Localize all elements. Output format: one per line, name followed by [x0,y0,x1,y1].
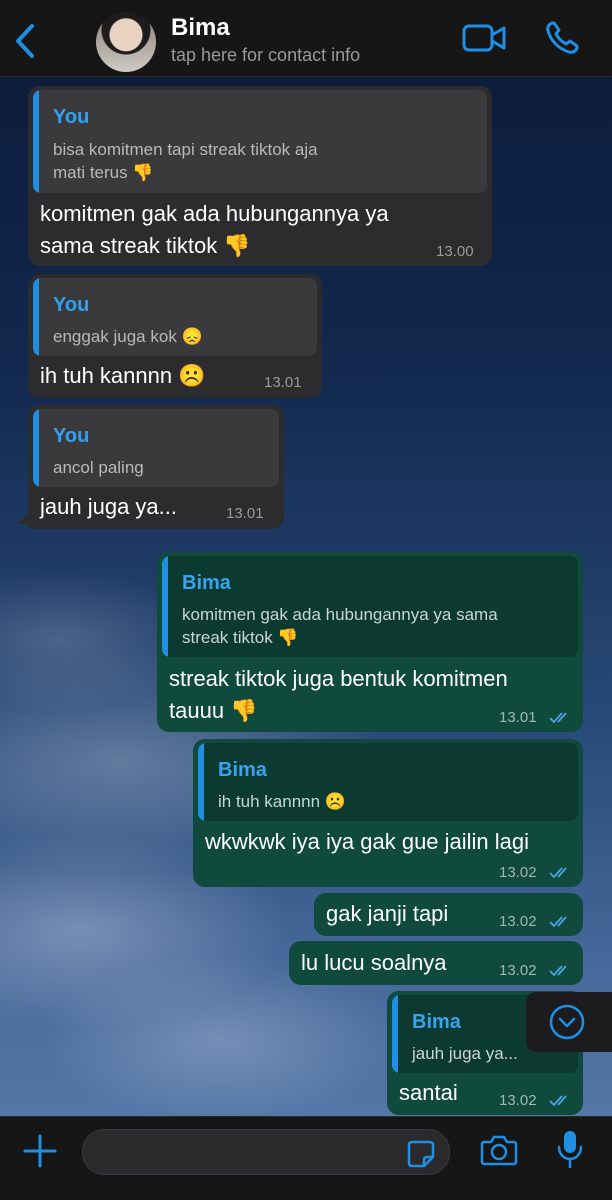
quote-text: streak tiktok 👎 [182,628,299,647]
quote-text: komitmen gak ada hubungannya ya sama [182,605,498,624]
message-time: 13.01 [264,374,302,391]
sticker-icon[interactable] [406,1139,436,1169]
back-chevron-icon[interactable] [10,22,40,60]
quote-accent-bar [33,278,39,356]
scroll-to-bottom-button[interactable] [526,992,612,1052]
message-time: 13.01 [226,505,264,522]
message-bubble-incoming[interactable]: You ancol paling jauh juga ya... 13.01 [28,405,284,529]
contact-info-hint[interactable]: tap here for contact info [171,45,360,66]
quote-accent-bar [392,995,398,1073]
microphone-icon[interactable] [556,1129,584,1169]
message-text: lu lucu soalnya [301,950,447,975]
message-time: 13.02 [499,962,537,979]
quoted-message[interactable]: Bima ih tuh kannnn ☹️ [198,743,578,821]
quoted-message[interactable]: You enggak juga kok 😞 [33,278,317,356]
quote-author: You [53,294,90,316]
message-time: 13.02 [499,913,537,930]
quote-text: ih tuh kannnn ☹️ [218,792,346,811]
quote-text: jauh juga ya... [412,1044,518,1063]
contact-avatar[interactable] [96,12,156,72]
read-receipt-icon [549,916,567,928]
message-bubble-outgoing[interactable]: lu lucu soalnya 13.02 [289,941,583,985]
quote-text: bisa komitmen tapi streak tiktok aja [53,140,318,159]
phone-icon[interactable] [544,20,580,56]
plus-icon[interactable] [22,1133,58,1169]
message-text: wkwkwk iya iya gak gue jailin lagi [205,829,530,854]
message-text: streak tiktok juga bentuk komitmen [169,666,508,691]
message-time: 13.02 [499,1092,537,1109]
message-text: ih tuh kannnn ☹️ [40,363,206,388]
message-time: 13.01 [499,709,537,726]
quote-author: You [53,106,90,128]
message-bubble-outgoing[interactable]: Bima ih tuh kannnn ☹️ wkwkwk iya iya gak… [193,739,583,887]
quote-accent-bar [162,556,168,657]
message-composer [0,1116,612,1200]
video-camera-icon[interactable] [462,22,506,54]
chevron-down-circle-icon [549,1004,585,1040]
quote-author: You [53,425,90,447]
message-text: santai [399,1080,458,1105]
read-receipt-icon [549,867,567,879]
camera-icon[interactable] [480,1133,518,1167]
chat-screen: Bima tap here for contact info You bisa … [0,0,612,1200]
quote-text: ancol paling [53,458,144,477]
quoted-message[interactable]: You ancol paling [33,409,279,487]
message-bubble-outgoing[interactable]: Bima komitmen gak ada hubungannya ya sam… [157,552,583,732]
message-text: tauuu 👎 [169,698,258,723]
quoted-message[interactable]: Bima komitmen gak ada hubungannya ya sam… [162,556,578,657]
message-text: komitmen gak ada hubungannya ya [40,201,389,226]
read-receipt-icon [549,965,567,977]
bubble-tail [14,510,30,524]
message-text: gak janji tapi [326,901,449,926]
message-text: sama streak tiktok 👎 [40,233,251,258]
message-bubble-incoming[interactable]: You enggak juga kok 😞 ih tuh kannnn ☹️ 1… [28,274,322,398]
chat-header: Bima tap here for contact info [0,0,612,77]
quote-text: enggak juga kok 😞 [53,327,203,346]
quote-author: Bima [182,572,231,594]
message-bubble-outgoing[interactable]: gak janji tapi 13.02 [314,893,583,936]
quote-accent-bar [33,90,39,193]
quote-accent-bar [33,409,39,487]
message-time: 13.00 [436,243,474,260]
quote-author: Bima [218,759,267,781]
quote-accent-bar [198,743,204,821]
quote-text: mati terus 👎 [53,163,154,182]
quoted-message[interactable]: You bisa komitmen tapi streak tiktok aja… [33,90,487,193]
message-input[interactable] [82,1129,450,1175]
message-time: 13.02 [499,864,537,881]
read-receipt-icon [549,1095,567,1107]
message-bubble-incoming[interactable]: You bisa komitmen tapi streak tiktok aja… [28,86,492,266]
read-receipt-icon [549,712,567,724]
quote-author: Bima [412,1011,461,1033]
message-text: jauh juga ya... [40,494,177,519]
contact-name[interactable]: Bima [171,14,230,42]
